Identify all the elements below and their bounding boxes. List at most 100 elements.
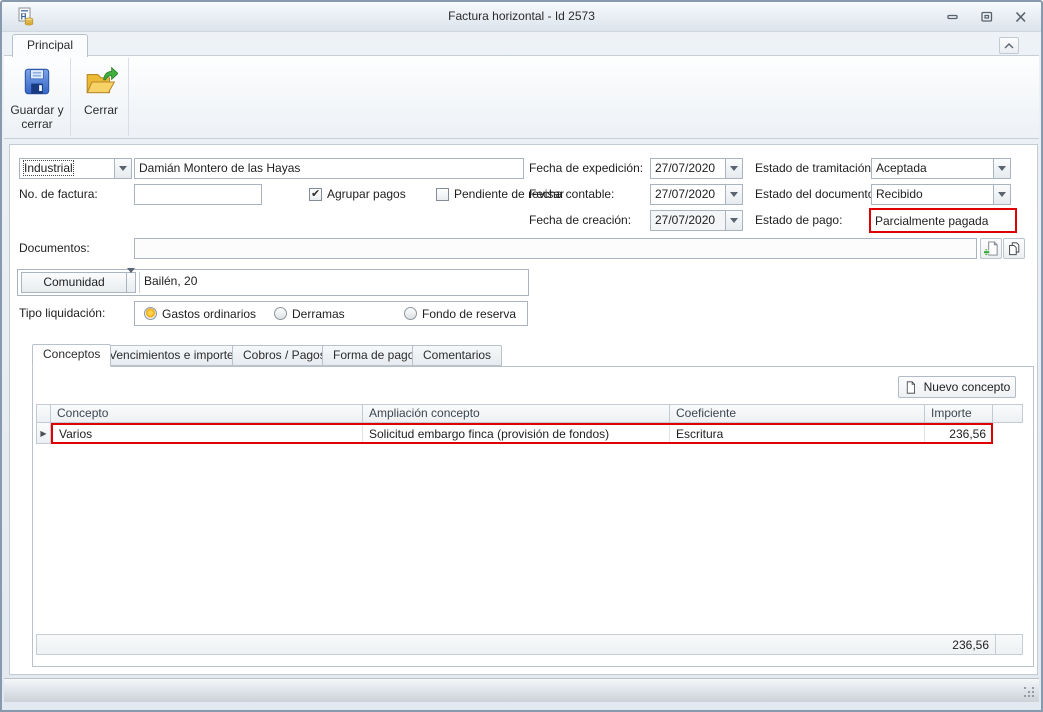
copy-document-button[interactable] xyxy=(1003,238,1025,259)
chevron-down-icon[interactable] xyxy=(114,159,131,178)
footer-divider xyxy=(995,635,996,654)
save-and-close-button[interactable]: Guardar y cerrar xyxy=(10,59,64,135)
checkbox-icon[interactable] xyxy=(436,187,449,201)
fecha-creacion-value: 27/07/2020 xyxy=(651,211,725,230)
radio-label: Derramas xyxy=(292,306,345,321)
fecha-expedicion-label: Fecha de expedición: xyxy=(529,161,644,175)
entity-type-combo[interactable]: Industrial xyxy=(19,158,132,179)
chevron-down-icon[interactable] xyxy=(993,185,1010,204)
titlebar: H Factura horizontal - Id 2573 xyxy=(2,2,1041,32)
invoice-window: H Factura horizontal - Id 2573 Principal xyxy=(0,0,1043,712)
documentos-label: Documentos: xyxy=(19,241,90,255)
nuevo-concepto-button[interactable]: Nuevo concepto xyxy=(898,376,1016,398)
close-folder-icon xyxy=(84,65,118,99)
save-and-close-label: Guardar y cerrar xyxy=(10,103,64,131)
estado-pago-label: Estado de pago: xyxy=(755,213,843,227)
agrupar-pagos-checkbox[interactable]: Agrupar pagos xyxy=(309,187,406,201)
radio-label: Gastos ordinarios xyxy=(162,306,257,321)
collapse-ribbon-button[interactable] xyxy=(999,37,1019,54)
col-filler xyxy=(993,404,1023,423)
grid-footer: 236,56 xyxy=(36,634,1023,655)
radio-fondo-reserva[interactable]: Fondo de reserva xyxy=(404,307,516,321)
fecha-contable-combo[interactable]: 27/07/2020 xyxy=(650,184,743,205)
entity-type-value: Industrial xyxy=(23,160,74,176)
ribbon-separator xyxy=(128,58,129,136)
radio-derramas[interactable]: Derramas xyxy=(274,307,345,321)
radio-gastos-ordinarios[interactable]: Gastos ordinarios xyxy=(144,307,256,321)
fecha-creacion-label: Fecha de creación: xyxy=(529,213,632,227)
invoice-number-field[interactable] xyxy=(134,184,262,205)
invoice-number-label: No. de factura: xyxy=(19,187,98,201)
tab-forma-pago[interactable]: Forma de pago xyxy=(322,345,426,366)
tipo-liquidacion-group: Gastos ordinarios Derramas Fondo de rese… xyxy=(134,301,528,326)
radio-icon[interactable] xyxy=(144,307,157,320)
estado-pago-value: Parcialmente pagada xyxy=(869,208,1017,233)
new-document-icon xyxy=(906,380,915,394)
direccion-group: Comunidad Bailén, 20 xyxy=(17,268,529,296)
fecha-expedicion-value: 27/07/2020 xyxy=(655,161,716,175)
fecha-contable-label: Fecha contable: xyxy=(529,187,615,201)
estado-documento-combo[interactable]: Recibido xyxy=(871,184,1011,205)
ribbon-tabstrip: Principal xyxy=(2,32,1041,57)
cell-coeficiente[interactable]: Escritura xyxy=(670,425,925,442)
estado-documento-label: Estado del documento: xyxy=(755,187,878,201)
row-indicator-icon: ▶ xyxy=(36,423,51,444)
grid-selector-header xyxy=(36,404,51,423)
close-icon[interactable] xyxy=(1013,10,1029,24)
maximize-button[interactable] xyxy=(979,10,995,24)
agrupar-pagos-label: Agrupar pagos xyxy=(327,187,406,201)
direccion-type-combo[interactable]: Comunidad xyxy=(21,268,136,293)
invoice-form-panel: Industrial Damián Montero de las Hayas F… xyxy=(9,144,1038,675)
chevron-down-icon[interactable] xyxy=(993,159,1010,178)
estado-tramitacion-combo[interactable]: Aceptada xyxy=(871,158,1011,179)
col-importe[interactable]: Importe xyxy=(925,404,993,423)
radio-icon[interactable] xyxy=(274,307,287,320)
documentos-field[interactable] xyxy=(134,238,977,259)
direccion-value-field[interactable]: Bailén, 20 xyxy=(139,272,525,293)
entity-name-field[interactable]: Damián Montero de las Hayas xyxy=(134,158,524,179)
selected-row-highlight[interactable]: Varios Solicitud embargo finca (provisió… xyxy=(51,423,993,444)
save-icon xyxy=(20,65,54,99)
cell-concepto[interactable]: Varios xyxy=(53,425,363,442)
detail-tabstrip: Conceptos Vencimientos e importes Cobros… xyxy=(10,343,1037,367)
grid-header: Concepto Ampliación concepto Coeficiente… xyxy=(36,404,1023,423)
tab-conceptos[interactable]: Conceptos xyxy=(32,344,112,367)
resize-grip-icon[interactable] xyxy=(1024,687,1036,699)
total-importe: 236,56 xyxy=(952,637,989,652)
cell-ampliacion[interactable]: Solicitud embargo finca (provisión de fo… xyxy=(363,425,670,442)
table-row[interactable]: ▶ Varios Solicitud embargo finca (provis… xyxy=(36,423,993,444)
col-coeficiente[interactable]: Coeficiente xyxy=(670,404,925,423)
direccion-type-value: Comunidad xyxy=(43,275,105,289)
estado-tramitacion-label: Estado de tramitación: xyxy=(755,161,875,175)
chevron-down-icon[interactable] xyxy=(725,159,742,178)
chevron-down-icon[interactable] xyxy=(725,211,742,230)
cell-importe[interactable]: 236,56 xyxy=(925,425,991,442)
close-form-label: Cerrar xyxy=(83,103,118,117)
chevron-down-icon[interactable] xyxy=(725,185,742,204)
checkbox-icon[interactable] xyxy=(309,187,322,201)
radio-label: Fondo de reserva xyxy=(422,306,517,321)
tab-vencimientos[interactable]: Vencimientos e importes xyxy=(98,345,251,366)
minimize-button[interactable] xyxy=(945,10,961,24)
estado-tramitacion-value: Aceptada xyxy=(876,161,927,175)
add-document-button[interactable] xyxy=(980,238,1002,259)
tab-comentarios[interactable]: Comentarios xyxy=(412,345,503,366)
copy-icon xyxy=(1009,242,1020,256)
tab-cobros-pagos[interactable]: Cobros / Pagos xyxy=(232,345,337,366)
col-concepto[interactable]: Concepto xyxy=(51,404,363,423)
close-form-button[interactable]: Cerrar xyxy=(74,59,128,135)
fecha-expedicion-combo[interactable]: 27/07/2020 xyxy=(650,158,743,179)
statusbar xyxy=(4,678,1039,702)
tipo-liquidacion-label: Tipo liquidación: xyxy=(19,306,106,320)
estado-documento-value: Recibido xyxy=(876,187,923,201)
col-ampliacion[interactable]: Ampliación concepto xyxy=(363,404,670,423)
tab-principal[interactable]: Principal xyxy=(12,34,89,57)
chevron-down-icon[interactable] xyxy=(126,268,135,292)
nuevo-concepto-label: Nuevo concepto xyxy=(923,380,1011,394)
ribbon-separator xyxy=(70,58,71,136)
radio-icon[interactable] xyxy=(404,307,417,320)
fecha-contable-value: 27/07/2020 xyxy=(655,187,716,201)
ribbon: Guardar y cerrar Cerrar xyxy=(4,55,1039,139)
conceptos-panel: Nuevo concepto Concepto Ampliación conce… xyxy=(32,366,1034,667)
fecha-creacion-combo[interactable]: 27/07/2020 xyxy=(650,210,743,231)
